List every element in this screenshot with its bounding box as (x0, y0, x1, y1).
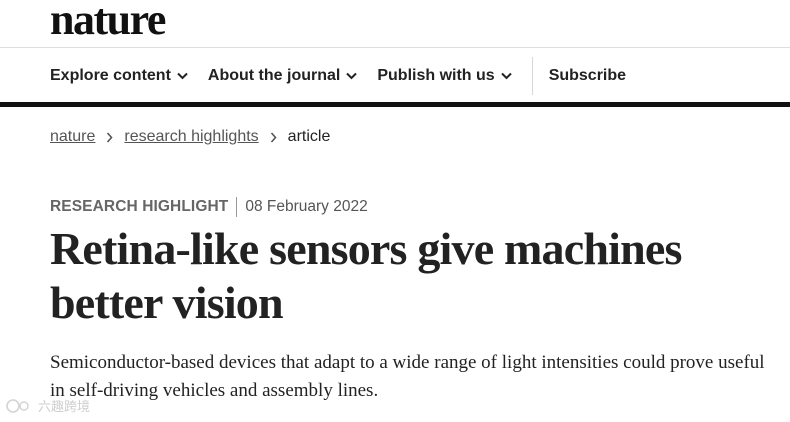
chevron-right-icon (106, 131, 113, 143)
watermark-logo-icon (6, 398, 34, 414)
nav-bottom-rule (0, 102, 790, 107)
header-divider (0, 47, 790, 48)
breadcrumb-nature[interactable]: nature (50, 128, 95, 146)
nav-item-label: About the journal (207, 66, 341, 84)
chevron-down-icon (177, 72, 188, 80)
chevron-right-icon (270, 131, 277, 143)
chevron-down-icon (500, 72, 512, 80)
nav-explore-content[interactable]: Explore content (50, 67, 188, 85)
nature-logo[interactable]: nature (50, 0, 166, 45)
nav-publish-with-us[interactable]: Publish with us (377, 66, 512, 85)
subscribe-link[interactable]: Subscribe (549, 67, 626, 85)
watermark: 六趣跨境 (6, 396, 90, 415)
nav-item-label: Publish with us (377, 66, 495, 84)
nav-item-label: Explore content (50, 66, 171, 84)
article-date: 08 February 2022 (245, 198, 368, 215)
watermark-text: 六趣跨境 (38, 399, 91, 414)
article-standfirst: Semiconductor-based devices that adapt t… (50, 352, 765, 401)
breadcrumb: nature research highlights article (50, 128, 330, 146)
article-meta: RESEARCH HIGHLIGHT 08 February 2022 (50, 197, 368, 217)
breadcrumb-research-highlights[interactable]: research highlights (124, 128, 258, 146)
main-nav: Explore content About the journal Publis… (50, 49, 646, 102)
article-title: Retina-like sensors give machines better… (50, 223, 682, 328)
article-type: RESEARCH HIGHLIGHT (50, 198, 229, 215)
meta-divider (236, 197, 238, 217)
breadcrumb-current: article (287, 128, 331, 145)
nav-separator (531, 56, 533, 95)
nav-about-the-journal[interactable]: About the journal (207, 66, 358, 85)
chevron-down-icon (346, 72, 358, 80)
subscribe-label: Subscribe (548, 66, 627, 84)
